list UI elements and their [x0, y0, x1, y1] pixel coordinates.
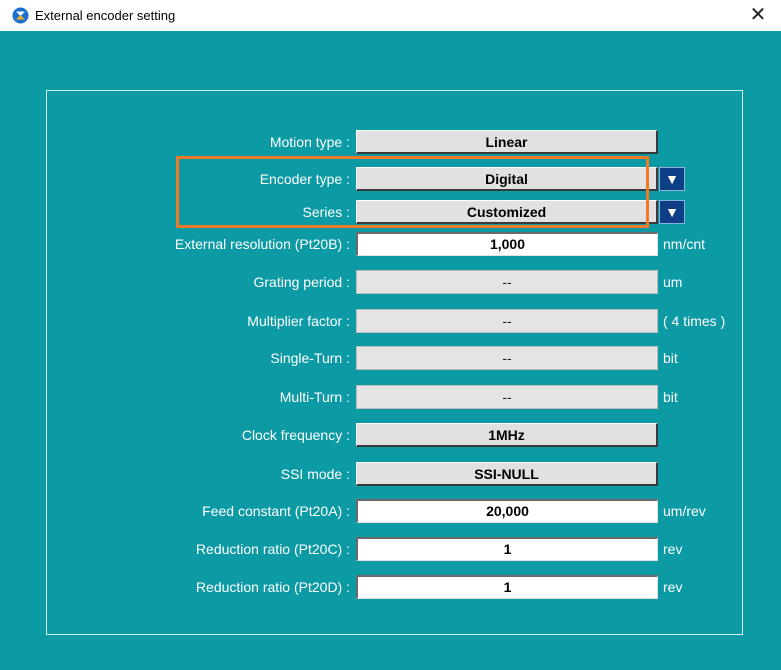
- reduction-ratio-d-unit: rev: [663, 579, 683, 595]
- multiplier-factor-field: --: [356, 309, 658, 333]
- triangle-down-icon: ▼: [665, 171, 679, 187]
- multi-turn-field: --: [356, 385, 658, 409]
- window-titlebar: External encoder setting ✕: [0, 0, 781, 31]
- multi-turn-label: Multi-Turn :: [279, 389, 350, 405]
- external-resolution-unit: nm/cnt: [663, 236, 706, 252]
- multi-turn-unit: bit: [663, 389, 678, 405]
- grating-period-field: --: [356, 270, 658, 294]
- external-resolution-label: External resolution (Pt20B) :: [174, 236, 350, 252]
- multiplier-factor-unit: ( 4 times ): [663, 313, 726, 329]
- external-resolution-input[interactable]: 1,000: [356, 232, 658, 256]
- app-logo-icon: [12, 7, 29, 24]
- grating-period-label: Grating period :: [253, 274, 351, 290]
- window-title: External encoder setting: [35, 8, 176, 23]
- reduction-ratio-d-input[interactable]: 1: [356, 575, 658, 599]
- encoder-type-select[interactable]: Digital: [356, 167, 658, 191]
- single-turn-unit: bit: [663, 350, 678, 366]
- ssi-mode-label: SSI mode :: [280, 466, 350, 482]
- reduction-ratio-d-label: Reduction ratio (Pt20D) :: [195, 579, 350, 595]
- single-turn-field: --: [356, 346, 658, 370]
- series-dropdown-button[interactable]: ▼: [659, 200, 685, 224]
- reduction-ratio-c-label: Reduction ratio (Pt20C) :: [195, 541, 350, 557]
- multiplier-factor-label: Multiplier factor :: [247, 313, 350, 329]
- series-select[interactable]: Customized: [356, 200, 658, 224]
- series-label: Series :: [302, 204, 350, 220]
- close-button[interactable]: ✕: [735, 0, 781, 31]
- clock-frequency-field[interactable]: 1MHz: [356, 423, 658, 447]
- feed-constant-input[interactable]: 20,000: [356, 499, 658, 523]
- settings-group-box: Motion type : Linear Encoder type : Digi…: [46, 90, 743, 635]
- dialog-client-area: Motion type : Linear Encoder type : Digi…: [0, 31, 781, 670]
- clock-frequency-label: Clock frequency :: [241, 427, 350, 443]
- encoder-type-label: Encoder type :: [259, 171, 350, 187]
- encoder-type-dropdown-button[interactable]: ▼: [659, 167, 685, 191]
- close-icon: ✕: [749, 4, 767, 26]
- single-turn-label: Single-Turn :: [270, 350, 350, 366]
- feed-constant-unit: um/rev: [663, 503, 706, 519]
- reduction-ratio-c-input[interactable]: 1: [356, 537, 658, 561]
- motion-type-label: Motion type :: [269, 134, 350, 150]
- reduction-ratio-c-unit: rev: [663, 541, 683, 557]
- triangle-down-icon: ▼: [665, 204, 679, 220]
- ssi-mode-field[interactable]: SSI-NULL: [356, 462, 658, 486]
- motion-type-field[interactable]: Linear: [356, 130, 658, 154]
- feed-constant-label: Feed constant (Pt20A) :: [202, 503, 350, 519]
- grating-period-unit: um: [663, 274, 683, 290]
